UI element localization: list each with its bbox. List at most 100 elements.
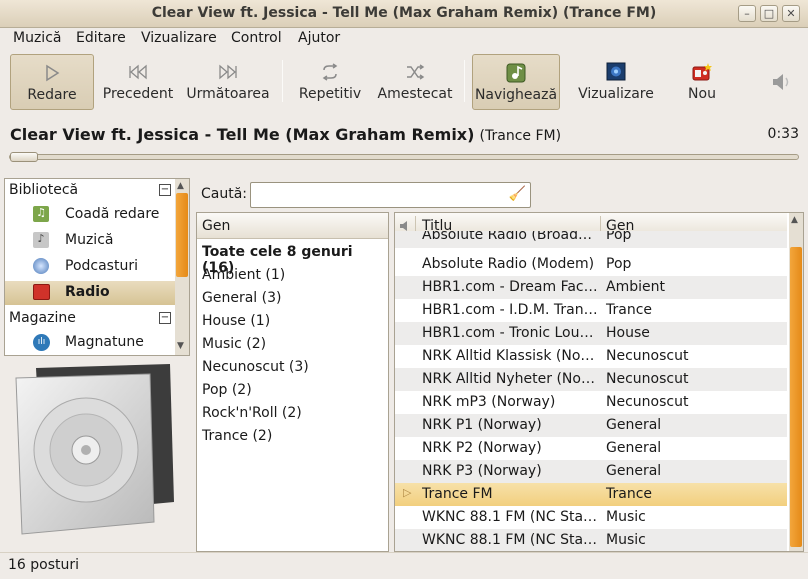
sidebar-item-radio[interactable]: Radio bbox=[5, 281, 175, 305]
repeat-icon bbox=[322, 63, 338, 81]
minimize-button[interactable]: – bbox=[738, 5, 756, 22]
stores-header[interactable]: Magazine − bbox=[9, 307, 179, 331]
podcast-icon bbox=[33, 258, 49, 274]
station-title: NRK mP3 (Norway) bbox=[422, 394, 556, 410]
genre-item[interactable]: House (1) bbox=[202, 313, 270, 329]
table-row[interactable]: HBR1.com - I.D.M. Tranc… Trance bbox=[395, 299, 787, 322]
station-scrollbar[interactable]: ▲ bbox=[789, 213, 803, 551]
table-row-playing[interactable]: ▷ Trance FM Trance bbox=[395, 483, 787, 506]
menu-bar: Muzică Editare Vizualizare Control Ajuto… bbox=[0, 28, 808, 50]
sidebar-item-label: Coadă redare bbox=[65, 206, 160, 222]
play-label: Redare bbox=[27, 87, 77, 103]
station-title: NRK Alltid Nyheter (Nor… bbox=[422, 371, 600, 387]
visualize-label: Vizualizare bbox=[578, 86, 654, 102]
collapse-stores-icon[interactable]: − bbox=[159, 312, 171, 324]
table-row[interactable]: NRK Alltid Nyheter (Nor… Necunoscut bbox=[395, 368, 787, 391]
genre-item[interactable]: Music (2) bbox=[202, 336, 266, 352]
now-playing: Clear View ft. Jessica - Tell Me (Max Gr… bbox=[10, 125, 561, 144]
station-genre: Trance bbox=[606, 302, 653, 318]
sidebar-item-label: Magnatune bbox=[65, 334, 144, 350]
station-genre: Music bbox=[606, 532, 646, 548]
seek-bar[interactable] bbox=[9, 152, 799, 162]
scroll-down-icon[interactable]: ▼ bbox=[177, 341, 184, 351]
station-title: NRK Alltid Klassisk (Nor… bbox=[422, 348, 600, 364]
genre-item[interactable]: Necunoscut (3) bbox=[202, 359, 309, 375]
station-title: HBR1.com - Dream Fact… bbox=[422, 279, 600, 295]
shuffle-icon bbox=[407, 64, 425, 80]
next-icon bbox=[219, 64, 237, 80]
genre-column-header[interactable]: Gen bbox=[197, 213, 388, 239]
shuffle-button[interactable]: Amestecat bbox=[374, 54, 456, 110]
new-station-button[interactable]: Nou bbox=[672, 54, 732, 110]
toolbar: Redare Precedent Următoarea Repetitiv Am… bbox=[0, 50, 808, 114]
elapsed-time: 0:33 bbox=[767, 126, 799, 142]
sidebar-item-queue[interactable]: ♫ Coadă redare bbox=[5, 203, 175, 227]
sidebar-item-podcasts[interactable]: Podcasturi bbox=[5, 255, 175, 279]
window-title: Clear View ft. Jessica - Tell Me (Max Gr… bbox=[151, 5, 657, 21]
station-genre: Music bbox=[606, 509, 646, 525]
sidebar-item-music[interactable]: ♪ Muzică bbox=[5, 229, 175, 253]
table-row[interactable]: NRK Alltid Klassisk (Nor… Necunoscut bbox=[395, 345, 787, 368]
sidebar-item-magnatune[interactable]: ılı Magnatune bbox=[5, 331, 175, 355]
table-row[interactable]: HBR1.com - Tronic Lounge House bbox=[395, 322, 787, 345]
browse-button[interactable]: Navighează bbox=[472, 54, 560, 110]
table-row[interactable]: NRK P2 (Norway) General bbox=[395, 437, 787, 460]
new-radio-icon bbox=[692, 63, 712, 81]
clear-search-icon[interactable]: 🧹 bbox=[509, 186, 526, 202]
sidebar-scroll-thumb[interactable] bbox=[176, 193, 188, 277]
next-label: Următoarea bbox=[186, 86, 270, 102]
browse-icon bbox=[506, 63, 526, 83]
genre-item[interactable]: Trance (2) bbox=[202, 428, 272, 444]
maximize-button[interactable]: □ bbox=[760, 5, 778, 22]
station-title: WKNC 88.1 FM (NC Stat… bbox=[422, 509, 600, 525]
table-row[interactable]: Absolute Radio (Modem) Pop bbox=[395, 253, 787, 276]
previous-button[interactable]: Precedent bbox=[100, 54, 176, 110]
table-row[interactable]: WKNC 88.1 FM (NC Stat… Music bbox=[395, 529, 787, 551]
table-row[interactable]: NRK P3 (Norway) General bbox=[395, 460, 787, 483]
toolbar-separator bbox=[464, 60, 465, 102]
menu-help[interactable]: Ajutor bbox=[298, 30, 340, 46]
genre-item[interactable]: Rock'n'Roll (2) bbox=[202, 405, 302, 421]
menu-control[interactable]: Control bbox=[231, 30, 282, 46]
scroll-up-icon[interactable]: ▲ bbox=[791, 215, 798, 225]
scroll-up-icon[interactable]: ▲ bbox=[177, 181, 184, 191]
genre-item[interactable]: Pop (2) bbox=[202, 382, 252, 398]
collapse-library-icon[interactable]: − bbox=[159, 184, 171, 196]
visualize-button[interactable]: Vizualizare bbox=[574, 54, 658, 110]
close-button[interactable]: ✕ bbox=[782, 5, 800, 22]
table-row[interactable]: NRK P1 (Norway) General bbox=[395, 414, 787, 437]
visualizer-icon bbox=[606, 62, 626, 81]
repeat-label: Repetitiv bbox=[298, 86, 362, 102]
genre-item[interactable]: General (3) bbox=[202, 290, 281, 306]
title-bar: Clear View ft. Jessica - Tell Me (Max Gr… bbox=[0, 0, 808, 28]
volume-icon[interactable] bbox=[770, 72, 792, 92]
table-row[interactable]: Absolute Radio (Broad… Pop bbox=[395, 231, 787, 248]
library-header[interactable]: Bibliotecă − bbox=[9, 179, 179, 203]
menu-view[interactable]: Vizualizare bbox=[141, 30, 217, 46]
genre-browser: Gen Toate cele 8 genuri (16) Ambient (1)… bbox=[196, 212, 389, 552]
table-row[interactable]: NRK mP3 (Norway) Necunoscut bbox=[395, 391, 787, 414]
table-row[interactable]: WKNC 88.1 FM (NC Stat… Music bbox=[395, 506, 787, 529]
station-title: WKNC 88.1 FM (NC Stat… bbox=[422, 532, 600, 548]
menu-music[interactable]: Muzică bbox=[13, 30, 61, 46]
table-row[interactable]: HBR1.com - Dream Fact… Ambient bbox=[395, 276, 787, 299]
search-input[interactable]: 🧹 bbox=[250, 182, 531, 208]
now-playing-track: Clear View ft. Jessica - Tell Me (Max Gr… bbox=[10, 125, 475, 144]
now-playing-station: (Trance FM) bbox=[479, 128, 562, 144]
next-button[interactable]: Următoarea bbox=[184, 54, 272, 110]
station-genre: Pop bbox=[606, 256, 632, 272]
station-scroll-thumb[interactable] bbox=[790, 247, 802, 547]
play-icon bbox=[46, 64, 60, 82]
repeat-button[interactable]: Repetitiv bbox=[294, 54, 366, 110]
previous-label: Precedent bbox=[102, 86, 174, 102]
station-genre: Necunoscut bbox=[606, 394, 689, 410]
album-cover-placeholder bbox=[15, 364, 174, 535]
station-title: NRK P3 (Norway) bbox=[422, 463, 542, 479]
seek-handle[interactable] bbox=[10, 152, 38, 162]
sidebar-scrollbar[interactable]: ▲ ▼ bbox=[175, 179, 189, 355]
play-button[interactable]: Redare bbox=[10, 54, 94, 110]
shuffle-label: Amestecat bbox=[377, 86, 453, 102]
genre-item[interactable]: Ambient (1) bbox=[202, 267, 285, 283]
station-genre: Ambient bbox=[606, 279, 665, 295]
menu-edit[interactable]: Editare bbox=[76, 30, 126, 46]
